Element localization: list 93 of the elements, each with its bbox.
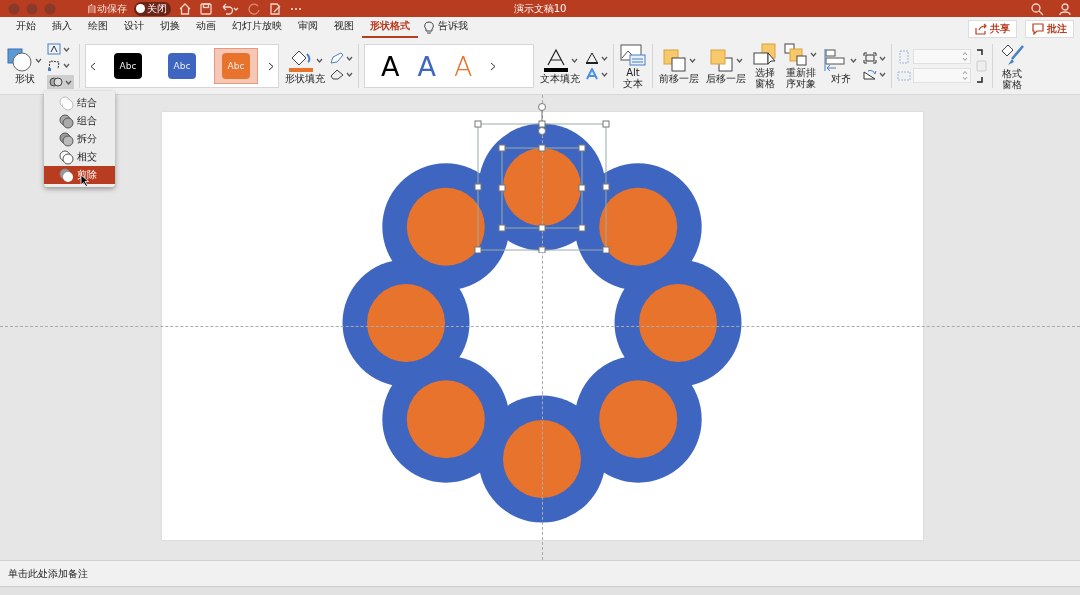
caret-icon[interactable] — [879, 55, 886, 61]
shapes-icon — [7, 48, 33, 72]
chevron-right-icon[interactable] — [490, 61, 497, 71]
text-fill-icon — [542, 48, 569, 72]
menu-item[interactable]: 相交 — [44, 148, 115, 166]
caret-icon[interactable] — [688, 57, 696, 63]
tell-me-search[interactable]: 告诉我 — [434, 17, 476, 38]
size-field[interactable] — [913, 49, 971, 64]
menu-tab[interactable]: 动画 — [188, 17, 224, 38]
caret-icon[interactable] — [346, 71, 353, 77]
comments-button[interactable]: 批注 — [1025, 20, 1074, 38]
autosave-toggle[interactable]: 关闭 — [134, 1, 171, 16]
caret-icon[interactable] — [63, 46, 70, 52]
union-icon — [59, 95, 74, 111]
caret-icon[interactable] — [63, 62, 70, 68]
pen-outline-icon[interactable] — [330, 52, 344, 64]
shapes-button[interactable]: 形状 — [6, 48, 43, 84]
group-objects-icon[interactable] — [863, 52, 877, 64]
window-title: 演示文稿10 — [513, 1, 567, 16]
share-button[interactable]: 共享 — [968, 20, 1017, 38]
comment-icon — [1032, 23, 1044, 35]
caret-icon[interactable] — [35, 57, 42, 63]
edit-points-icon[interactable] — [47, 59, 61, 71]
style-preset[interactable]: Abc — [160, 48, 204, 84]
shape-fill-button[interactable]: 形状填充 — [284, 48, 326, 84]
undo-icon[interactable] — [220, 1, 240, 16]
rotate-icon[interactable] — [863, 68, 877, 80]
style-preset[interactable]: Abc — [106, 48, 150, 84]
search-icon[interactable] — [1030, 1, 1044, 16]
merge-shapes-icon — [49, 76, 63, 88]
caret-icon[interactable] — [346, 55, 353, 61]
menu-tab[interactable]: 幻灯片放映 — [224, 17, 290, 38]
account-icon[interactable] — [1058, 1, 1072, 16]
chevron-left-icon[interactable] — [90, 61, 96, 71]
align-icon — [824, 48, 848, 72]
menu-tab[interactable]: 绘图 — [80, 17, 116, 38]
merge-shapes-button[interactable] — [47, 75, 74, 89]
caret-icon[interactable] — [570, 57, 578, 63]
size-field[interactable] — [913, 68, 971, 83]
paint-bucket-icon — [287, 48, 314, 72]
notes-placeholder[interactable]: 单击此处添加备注 — [8, 566, 88, 581]
wordart-style[interactable]: A — [381, 52, 400, 80]
redo-icon — [247, 1, 261, 16]
text-box-icon[interactable] — [47, 43, 61, 55]
menu-tab[interactable]: 设计 — [116, 17, 152, 38]
format-pane-button[interactable]: 格式 窗格 — [998, 42, 1026, 90]
arrange-button[interactable]: 重新排 序对象 — [783, 43, 818, 89]
wordart-style[interactable]: A — [417, 52, 436, 80]
alt-text-button[interactable]: Alt 文本 — [619, 43, 647, 89]
caret-icon[interactable] — [315, 57, 323, 63]
chevron-right-icon[interactable] — [268, 61, 274, 71]
lightbulb-icon[interactable] — [424, 20, 434, 35]
reorder-icon — [784, 43, 808, 66]
caret-icon[interactable] — [850, 57, 857, 63]
menu-tab[interactable]: 审阅 — [290, 17, 326, 38]
save-icon[interactable] — [199, 1, 213, 16]
menu-tab[interactable]: 插入 — [44, 17, 80, 38]
height-icon — [897, 49, 911, 64]
arrange-button[interactable]: 对齐 — [823, 48, 858, 84]
menu-item[interactable]: 拆分 — [44, 130, 115, 148]
caret-icon[interactable] — [65, 79, 72, 85]
paintbrush-icon — [999, 42, 1025, 67]
selection-handles[interactable] — [474, 103, 610, 253]
arrange-button[interactable]: 选择 窗格 — [752, 43, 778, 89]
eraser-icon[interactable] — [330, 68, 344, 80]
fragment-icon — [59, 131, 74, 147]
menu-tab[interactable]: 开始 — [8, 17, 44, 38]
subtract-icon — [59, 167, 74, 183]
home-icon[interactable] — [178, 1, 192, 16]
menu-tab[interactable]: 视图 — [326, 17, 362, 38]
menu-item[interactable]: 结合 — [44, 94, 115, 112]
caret-icon[interactable] — [601, 71, 608, 77]
edit-document-icon[interactable] — [268, 1, 282, 16]
caret-icon[interactable] — [735, 57, 743, 63]
selection-pane-icon — [753, 43, 777, 66]
caret-icon[interactable] — [810, 52, 817, 57]
aspect-lock-icon[interactable] — [975, 48, 987, 84]
caret-icon[interactable] — [601, 55, 608, 61]
send-backward-icon — [709, 48, 734, 72]
caret-icon[interactable] — [879, 71, 886, 77]
combine-icon — [59, 113, 74, 129]
intersect-icon — [59, 149, 74, 165]
share-icon — [975, 23, 987, 35]
menu-tab[interactable]: 切换 — [152, 17, 188, 38]
text-fill-button[interactable]: 文本填充 — [539, 48, 581, 84]
arrange-button[interactable]: 前移一层 — [658, 48, 700, 84]
menu-item[interactable]: 组合 — [44, 112, 115, 130]
bring-forward-icon — [662, 48, 687, 72]
arrange-button[interactable]: 后移一层 — [705, 48, 747, 84]
autosave-label: 自动保存 — [87, 1, 127, 16]
text-outline-icon[interactable] — [585, 52, 599, 64]
width-icon — [897, 68, 911, 83]
image-text-icon — [620, 43, 646, 66]
